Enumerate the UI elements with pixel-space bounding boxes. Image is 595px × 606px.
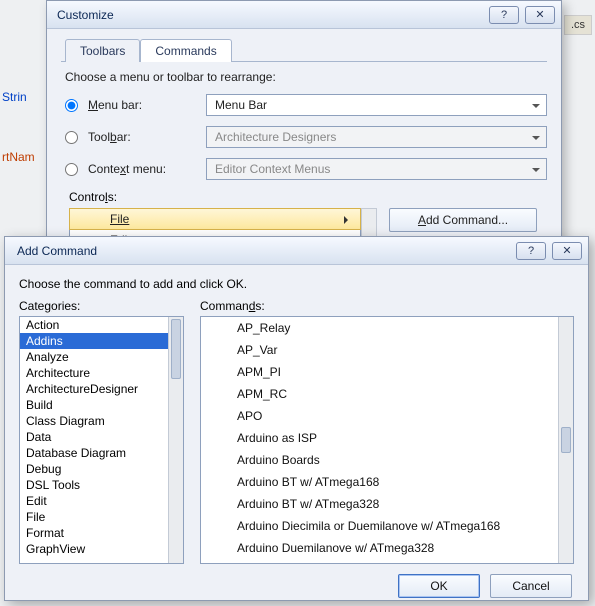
editor-tab-fragment: .cs — [564, 15, 592, 35]
category-item[interactable]: ArchitectureDesigner — [20, 381, 168, 397]
add-command-prompt: Choose the command to add and click OK. — [19, 277, 574, 291]
command-item[interactable]: APO — [201, 405, 573, 427]
category-item[interactable]: Database Diagram — [20, 445, 168, 461]
category-item[interactable]: GraphView — [20, 541, 168, 557]
editor-text-fragment-2: rtNam — [2, 150, 35, 164]
radio-row-menubar: Menu bar: Menu Bar — [65, 94, 547, 116]
dialog-buttons: OK Cancel — [19, 574, 574, 598]
command-item[interactable]: Arduino as ISP — [201, 427, 573, 449]
ok-button[interactable]: OK — [398, 574, 480, 598]
cancel-button[interactable]: Cancel — [490, 574, 572, 598]
customize-body: Toolbars Commands Choose a menu or toolb… — [47, 29, 561, 262]
category-item[interactable]: Architecture — [20, 365, 168, 381]
command-item[interactable]: AP_Var — [201, 339, 573, 361]
radio-toolbar-label: Toolbar: — [88, 130, 196, 144]
tab-toolbars[interactable]: Toolbars — [65, 39, 140, 62]
category-item[interactable]: Build — [20, 397, 168, 413]
category-item[interactable]: Data — [20, 429, 168, 445]
categories-scrollbar[interactable] — [168, 317, 183, 563]
add-command-body: Choose the command to add and click OK. … — [5, 265, 588, 606]
controls-item-file[interactable]: File — [69, 208, 361, 230]
category-item[interactable]: DSL Tools — [20, 477, 168, 493]
add-command-button[interactable]: Add Command... — [389, 208, 537, 232]
controls-label: Controls: — [69, 190, 547, 204]
toolbar-dropdown: Architecture Designers — [206, 126, 547, 148]
categories-listbox[interactable]: ActionAddinsAnalyzeArchitectureArchitect… — [19, 316, 184, 564]
add-command-title: Add Command — [11, 244, 510, 258]
radio-context-label: Context menu: — [88, 162, 196, 176]
column-labels: Categories: Commands: — [19, 299, 574, 313]
command-item[interactable]: Arduino Diecimila or Duemilanove w/ ATme… — [201, 515, 573, 537]
radio-row-context: Context menu: Editor Context Menus — [65, 158, 547, 180]
scrollbar-thumb[interactable] — [171, 319, 181, 379]
add-command-titlebar[interactable]: Add Command ? ✕ — [5, 237, 588, 265]
add-command-dialog: Add Command ? ✕ Choose the command to ad… — [4, 236, 589, 601]
command-item[interactable]: Arduino BT w/ ATmega168 — [201, 471, 573, 493]
commands-label: Commands: — [200, 299, 265, 313]
radio-menubar[interactable] — [65, 99, 78, 112]
command-item[interactable]: Arduino Duemilanove w/ ATmega328 — [201, 537, 573, 559]
radio-toolbar[interactable] — [65, 131, 78, 144]
category-item[interactable]: Class Diagram — [20, 413, 168, 429]
category-item[interactable]: Addins — [20, 333, 168, 349]
command-item[interactable]: Arduino Boards — [201, 449, 573, 471]
editor-text-fragment: Strin — [2, 90, 42, 104]
help-button[interactable]: ? — [489, 6, 519, 24]
radio-context[interactable] — [65, 163, 78, 176]
close-button[interactable]: ✕ — [525, 6, 555, 24]
category-item[interactable]: Action — [20, 317, 168, 333]
menubar-dropdown[interactable]: Menu Bar — [206, 94, 547, 116]
submenu-arrow-icon — [344, 216, 352, 224]
category-item[interactable]: Debug — [20, 461, 168, 477]
command-item[interactable]: AP_Relay — [201, 317, 573, 339]
tabstrip: Toolbars Commands — [61, 39, 547, 62]
category-item[interactable]: Edit — [20, 493, 168, 509]
close-button[interactable]: ✕ — [552, 242, 582, 260]
tab-commands[interactable]: Commands — [140, 39, 231, 62]
command-item[interactable]: APM_RC — [201, 383, 573, 405]
category-item[interactable]: Format — [20, 525, 168, 541]
lists-row: ActionAddinsAnalyzeArchitectureArchitect… — [19, 316, 574, 564]
scrollbar-thumb[interactable] — [561, 427, 571, 453]
command-item[interactable]: Arduino BT w/ ATmega328 — [201, 493, 573, 515]
commands-scrollbar[interactable] — [558, 317, 573, 563]
customize-title: Customize — [53, 8, 483, 22]
help-button[interactable]: ? — [516, 242, 546, 260]
category-item[interactable]: Analyze — [20, 349, 168, 365]
categories-label: Categories: — [19, 299, 184, 313]
category-item[interactable]: File — [20, 509, 168, 525]
command-item[interactable]: APM_PI — [201, 361, 573, 383]
radio-menubar-label: Menu bar: — [88, 98, 196, 112]
commands-listbox[interactable]: AP_RelayAP_VarAPM_PIAPM_RCAPOArduino as … — [200, 316, 574, 564]
rearrange-prompt: Choose a menu or toolbar to rearrange: — [65, 70, 547, 84]
radio-row-toolbar: Toolbar: Architecture Designers — [65, 126, 547, 148]
customize-titlebar[interactable]: Customize ? ✕ — [47, 1, 561, 29]
context-dropdown: Editor Context Menus — [206, 158, 547, 180]
